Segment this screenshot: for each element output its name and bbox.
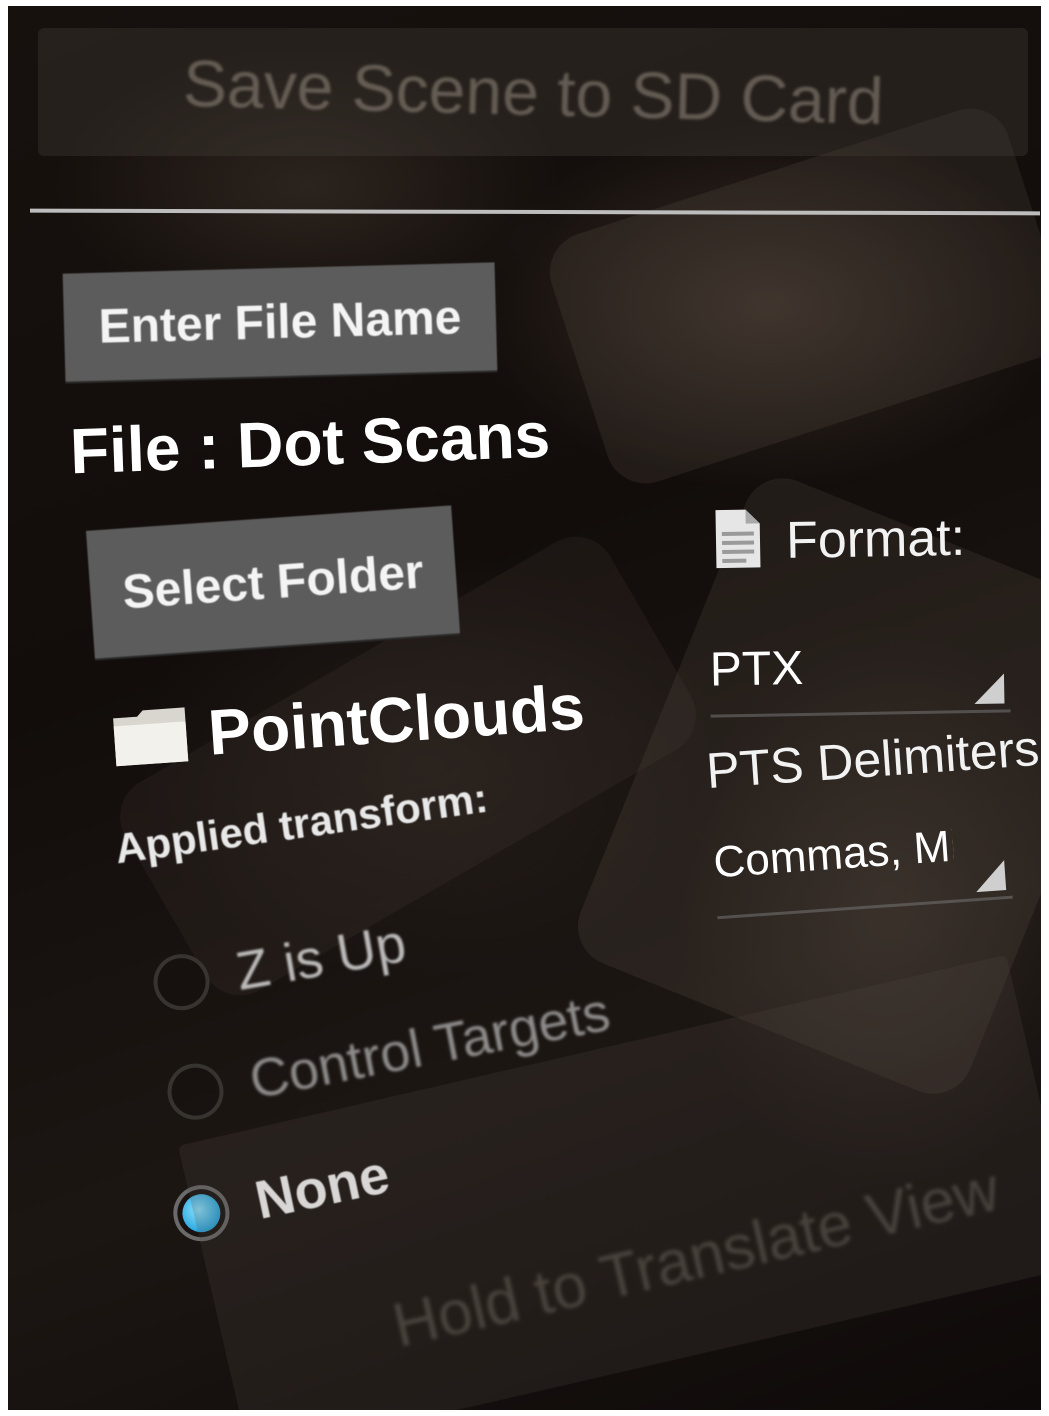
radio-label: Z is Up xyxy=(231,913,411,1002)
save-scene-button-label: Save Scene to SD Card xyxy=(181,45,885,139)
document-icon xyxy=(713,507,762,575)
enter-file-name-button[interactable]: Enter File Name xyxy=(62,262,498,382)
folder-name: PointClouds xyxy=(205,670,587,769)
folder-icon xyxy=(110,703,190,770)
screen-frame: Save Scene to SD Card Enter File Name Fi… xyxy=(8,6,1041,1410)
radio-z-is-up[interactable]: Z is Up xyxy=(149,912,411,1017)
delimiters-dropdown[interactable]: Commas, Mi xyxy=(711,807,1013,920)
save-scene-panel: Save Scene to SD Card Enter File Name Fi… xyxy=(8,6,1041,1410)
select-folder-button[interactable]: Select Folder xyxy=(85,505,461,659)
format-selected-value: PTX xyxy=(709,641,804,697)
delimiters-selected-value: Commas, Mi xyxy=(711,821,955,888)
format-label: Format: xyxy=(785,508,966,570)
divider xyxy=(29,208,1041,216)
format-dropdown[interactable]: PTX xyxy=(709,637,1011,718)
translate-view-button-label: Hold to Translate View xyxy=(386,1154,1006,1362)
save-scene-button[interactable]: Save Scene to SD Card xyxy=(38,28,1028,156)
dropdown-arrow-icon xyxy=(973,673,1005,705)
radio-button[interactable] xyxy=(149,949,215,1015)
applied-transform-label: Applied transform: xyxy=(112,773,491,873)
pts-delimiters-label: PTS Delimiters: xyxy=(704,718,1041,800)
file-name-label: File : Dot Scans xyxy=(68,398,552,488)
format-header: Format: xyxy=(713,504,966,575)
dropdown-arrow-icon xyxy=(974,860,1007,893)
selected-folder: PointClouds xyxy=(110,670,587,777)
radio-button[interactable] xyxy=(162,1058,229,1125)
